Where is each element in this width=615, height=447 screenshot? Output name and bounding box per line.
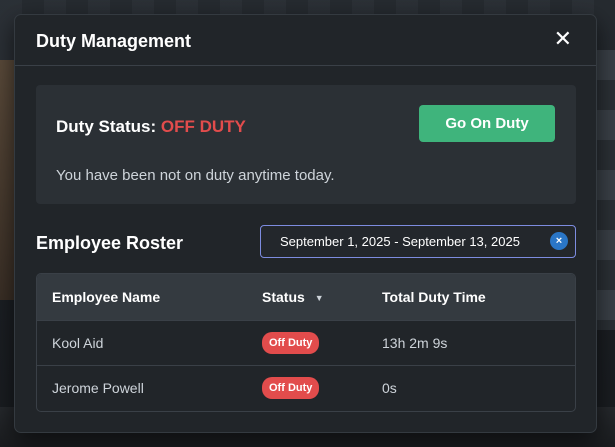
backdrop-right-structure: [595, 50, 615, 330]
date-range-text[interactable]: September 1, 2025 - September 13, 2025: [280, 234, 520, 249]
employee-name: Jerome Powell: [52, 379, 144, 396]
close-icon[interactable]: ✕: [554, 28, 572, 50]
table-row[interactable]: Jerome Powell Off Duty 0s: [37, 365, 575, 410]
status-badge: Off Duty: [262, 331, 320, 354]
column-total-duty-time[interactable]: Total Duty Time: [382, 274, 575, 320]
status-badge: Off Duty: [262, 376, 320, 399]
column-employee-name[interactable]: Employee Name: [37, 274, 262, 320]
roster-table: Employee Name Status ▼ Total Duty Time Ko…: [36, 273, 576, 412]
date-range-picker[interactable]: September 1, 2025 - September 13, 2025 ×: [260, 225, 576, 258]
duty-time: 0s: [382, 379, 397, 396]
column-status-label[interactable]: Status: [262, 289, 305, 305]
duty-status-label: Duty Status:: [56, 117, 157, 136]
sort-caret-icon[interactable]: ▼: [315, 293, 324, 303]
clear-date-icon[interactable]: ×: [550, 232, 568, 250]
modal-header: Duty Management ✕: [15, 15, 596, 66]
column-status[interactable]: Status ▼: [262, 274, 382, 320]
duty-time: 13h 2m 9s: [382, 334, 448, 351]
duty-management-modal: Duty Management ✕ Duty Status: OFF DUTY …: [14, 14, 597, 433]
duty-status-value: OFF DUTY: [160, 117, 246, 136]
duty-status: Duty Status: OFF DUTY: [56, 117, 246, 137]
employee-name: Kool Aid: [52, 334, 104, 351]
go-on-duty-button[interactable]: Go On Duty: [419, 105, 555, 142]
modal-title: Duty Management: [36, 31, 192, 51]
roster-title: Employee Roster: [36, 233, 184, 253]
table-header-row: Employee Name Status ▼ Total Duty Time: [37, 274, 575, 320]
table-row[interactable]: Kool Aid Off Duty 13h 2m 9s: [37, 320, 575, 365]
duty-note: You have been not on duty anytime today.: [56, 167, 335, 184]
duty-status-card: Duty Status: OFF DUTY Go On Duty You hav…: [36, 85, 576, 204]
